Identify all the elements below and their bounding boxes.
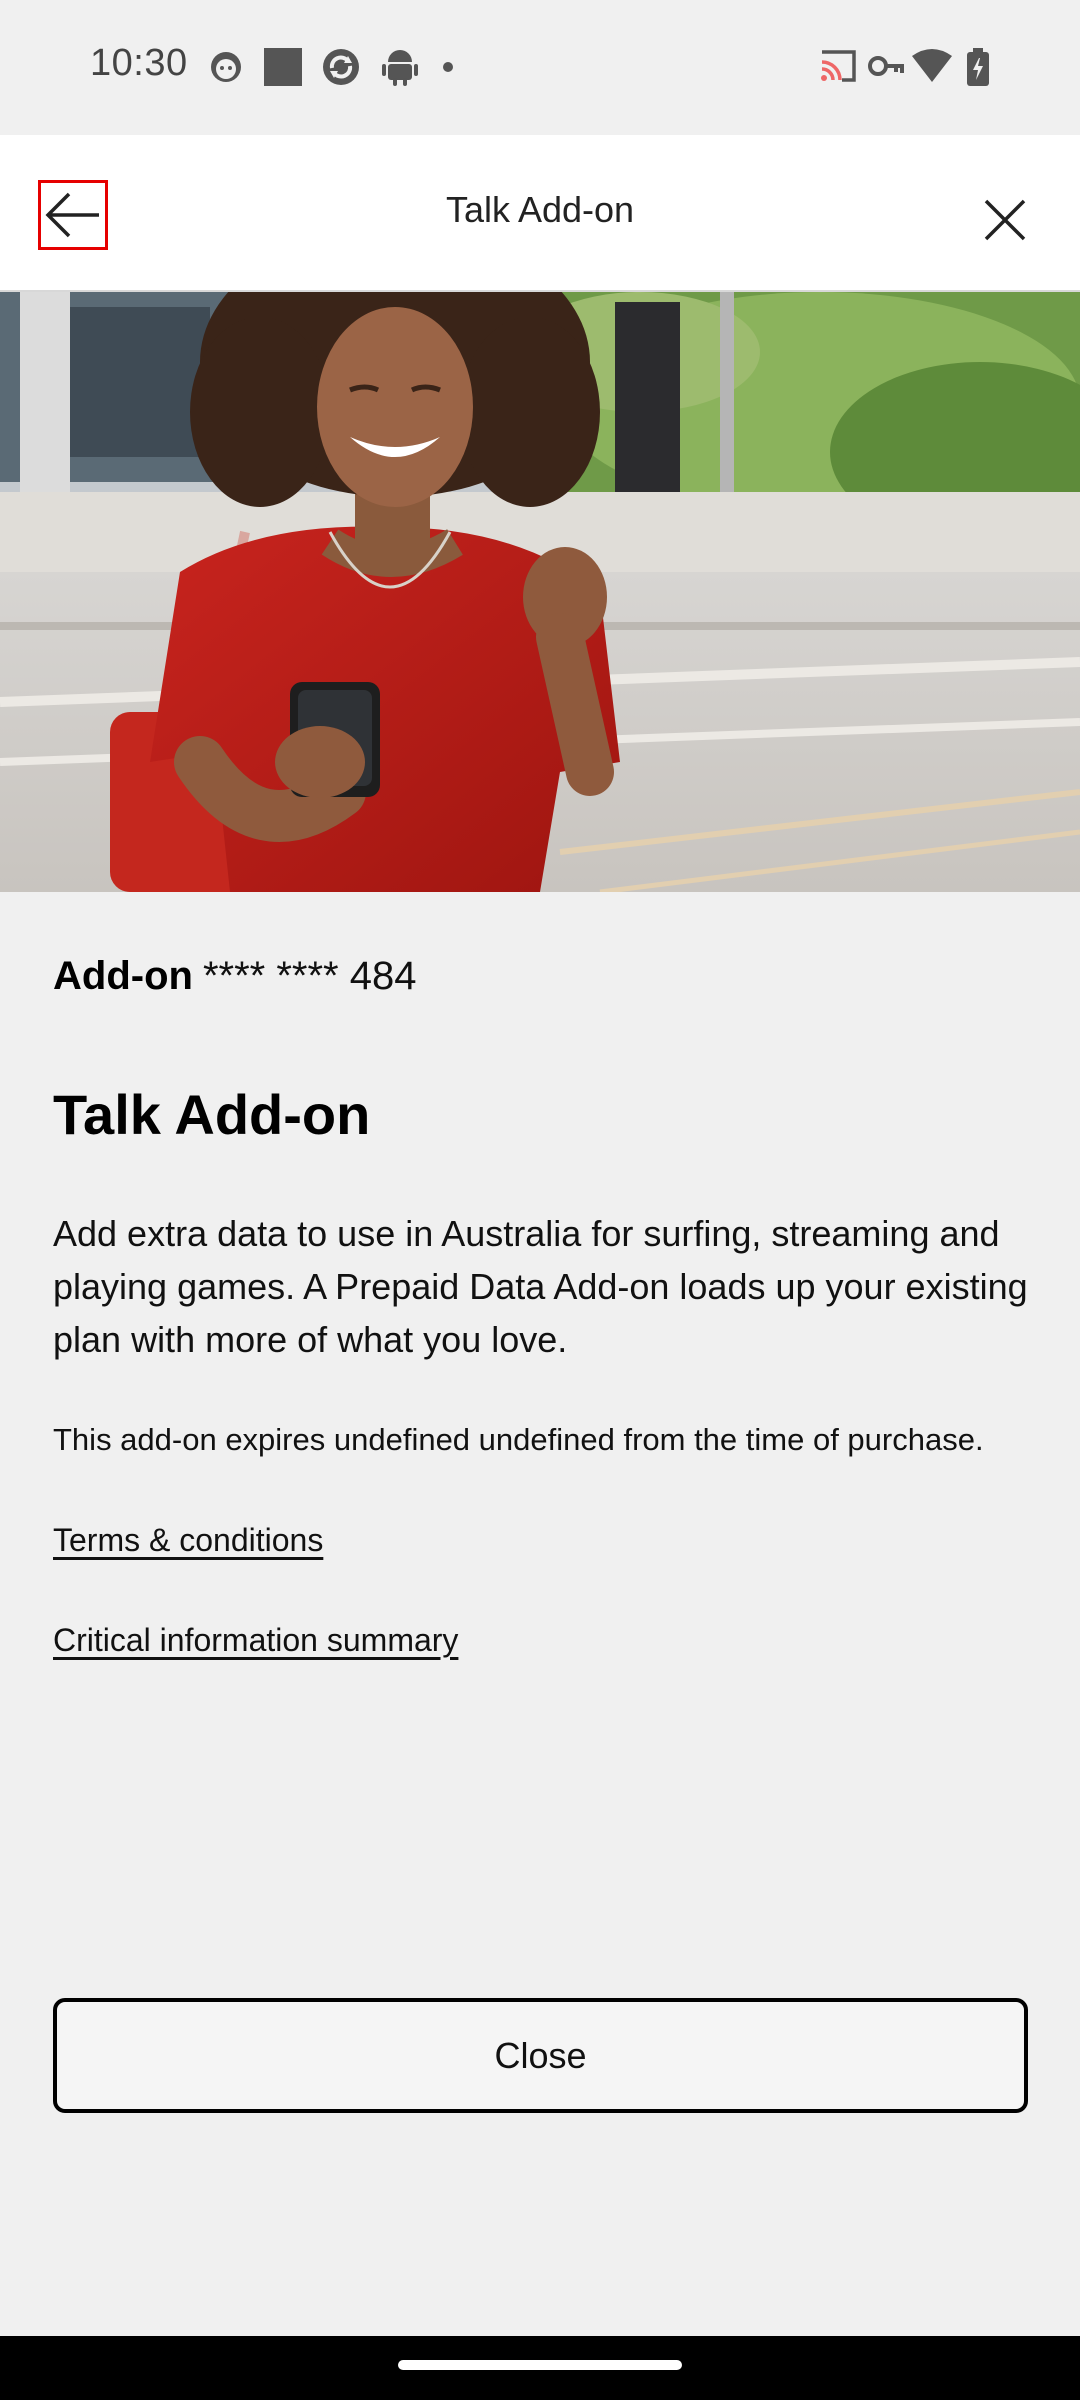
cat-face-icon — [211, 52, 241, 82]
cast-icon — [821, 50, 856, 82]
nav-bar — [0, 2336, 1080, 2400]
addon-identifier: Add-on **** **** 484 — [53, 954, 416, 999]
header-title: Talk Add-on — [445, 189, 635, 230]
android-icon — [382, 50, 418, 86]
addon-number: **** **** 484 — [202, 954, 417, 998]
vpn-key-icon — [868, 56, 904, 76]
critical-info-link[interactable]: Critical information summary — [53, 1622, 458, 1659]
woman-with-phone-photo — [0, 292, 1080, 892]
addon-description: Add extra data to use in Australia for s… — [53, 1213, 1028, 1360]
close-x-button[interactable] — [975, 190, 1035, 250]
sync-icon — [323, 49, 359, 85]
status-bar: 10:30 — [0, 0, 1080, 135]
page-title: Talk Add-on — [53, 1083, 371, 1146]
home-indicator[interactable] — [398, 2360, 682, 2370]
square-icon — [264, 48, 302, 86]
expiry-text: This add-on expires undefined undefined … — [53, 1422, 984, 1457]
hero-image — [0, 292, 1080, 892]
status-time: 10:30 — [90, 42, 188, 84]
dot-icon — [443, 62, 453, 72]
battery-icon — [967, 48, 989, 86]
terms-link[interactable]: Terms & conditions — [53, 1522, 323, 1559]
close-button[interactable]: Close — [53, 1998, 1028, 2113]
app-header: Talk Add-on — [0, 135, 1080, 292]
close-icon — [984, 199, 1026, 241]
wifi-icon — [912, 49, 952, 82]
addon-label: Add-on — [53, 954, 193, 998]
